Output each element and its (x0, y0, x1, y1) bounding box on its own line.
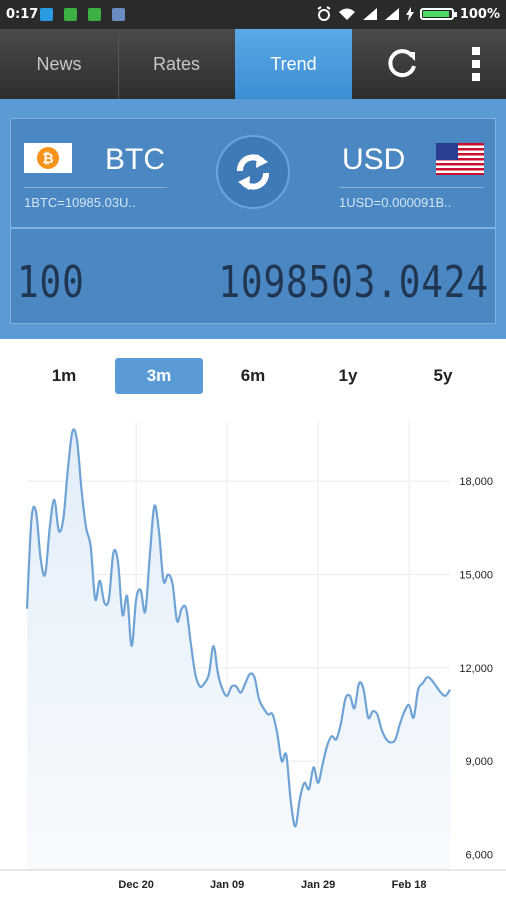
battery-icon (419, 8, 457, 20)
swap-icon (237, 154, 269, 190)
tab-news-label: News (36, 53, 82, 74)
x-tick-label: Feb 18 (392, 879, 427, 891)
to-rate-underline (339, 187, 483, 188)
bitcoin-logo: ₿ (24, 143, 72, 173)
price-trend-chart[interactable]: 6,000 9,000 12,000 15,000 18,000 Dec 20 Jan 09… (0, 410, 506, 900)
tab-bar: News Rates Trend (0, 29, 506, 99)
currency-converter: ₿ BTC 1BTC=10985.03U.. USD 1USD=0.000091… (10, 118, 496, 324)
amount-input[interactable]: 100 (17, 257, 85, 308)
tab-trend-label: Trend (270, 53, 317, 74)
tab-rates[interactable]: Rates (118, 29, 236, 99)
period-1y[interactable]: 1y (308, 358, 388, 394)
refresh-icon (388, 49, 416, 78)
from-rate-text: 1BTC=10985.03U.. (24, 195, 136, 210)
converter-divider (11, 227, 495, 229)
converted-result: 1098503.0424 (218, 257, 489, 308)
tab-trend[interactable]: Trend (235, 29, 352, 99)
battery-level (422, 11, 449, 17)
series-area (27, 429, 450, 870)
y-tick-label: 9,000 (465, 756, 493, 768)
y-tick-label: 15,000 (459, 569, 493, 581)
from-currency[interactable]: ₿ BTC 1BTC=10985.03U.. (11, 119, 211, 227)
us-flag-icon (436, 143, 484, 175)
signal-icon (384, 8, 399, 20)
period-label: 5y (433, 366, 453, 385)
period-3m[interactable]: 3m (115, 358, 203, 394)
notification-b-icon (88, 8, 101, 21)
period-label: 1m (51, 366, 77, 385)
x-tick-label: Jan 29 (301, 879, 335, 891)
status-time: 0:17 (6, 7, 39, 22)
to-rate-text: 1USD=0.000091B.. (339, 195, 452, 210)
swap-button[interactable] (216, 135, 290, 209)
overflow-menu-button[interactable] (456, 29, 496, 99)
x-tick-label: Jan 09 (210, 879, 244, 891)
period-6m[interactable]: 6m (213, 358, 293, 394)
y-tick-label: 18,000 (459, 476, 493, 488)
svg-text:₿: ₿ (42, 150, 53, 166)
charging-icon (405, 7, 414, 21)
wifi-icon (338, 8, 355, 20)
status-bar: 0:17 100% (0, 0, 506, 29)
notification-app-icon (40, 8, 53, 21)
period-5y[interactable]: 5y (403, 358, 483, 394)
period-label: 3m (146, 366, 172, 385)
notification-b-icon (64, 8, 77, 21)
y-tick-label: 6,000 (465, 849, 493, 861)
period-label: 6m (240, 366, 266, 385)
battery-percent: 100% (459, 6, 500, 22)
tab-news[interactable]: News (0, 29, 119, 99)
signal-icon (362, 8, 377, 20)
from-currency-code: BTC (105, 143, 165, 176)
y-tick-label: 12,000 (459, 663, 493, 675)
x-tick-label: Dec 20 (118, 879, 153, 891)
period-label: 1y (338, 366, 358, 385)
overflow-menu-icon (472, 47, 480, 81)
from-rate-underline (24, 187, 167, 188)
tab-rates-label: Rates (152, 53, 201, 74)
notification-send-icon (112, 8, 125, 21)
period-1m[interactable]: 1m (24, 358, 104, 394)
to-currency[interactable]: USD 1USD=0.000091B.. (297, 119, 497, 227)
refresh-button[interactable] (370, 29, 434, 99)
status-right-group: 100% (316, 6, 500, 22)
alarm-icon (317, 6, 331, 21)
to-currency-code: USD (342, 143, 406, 176)
